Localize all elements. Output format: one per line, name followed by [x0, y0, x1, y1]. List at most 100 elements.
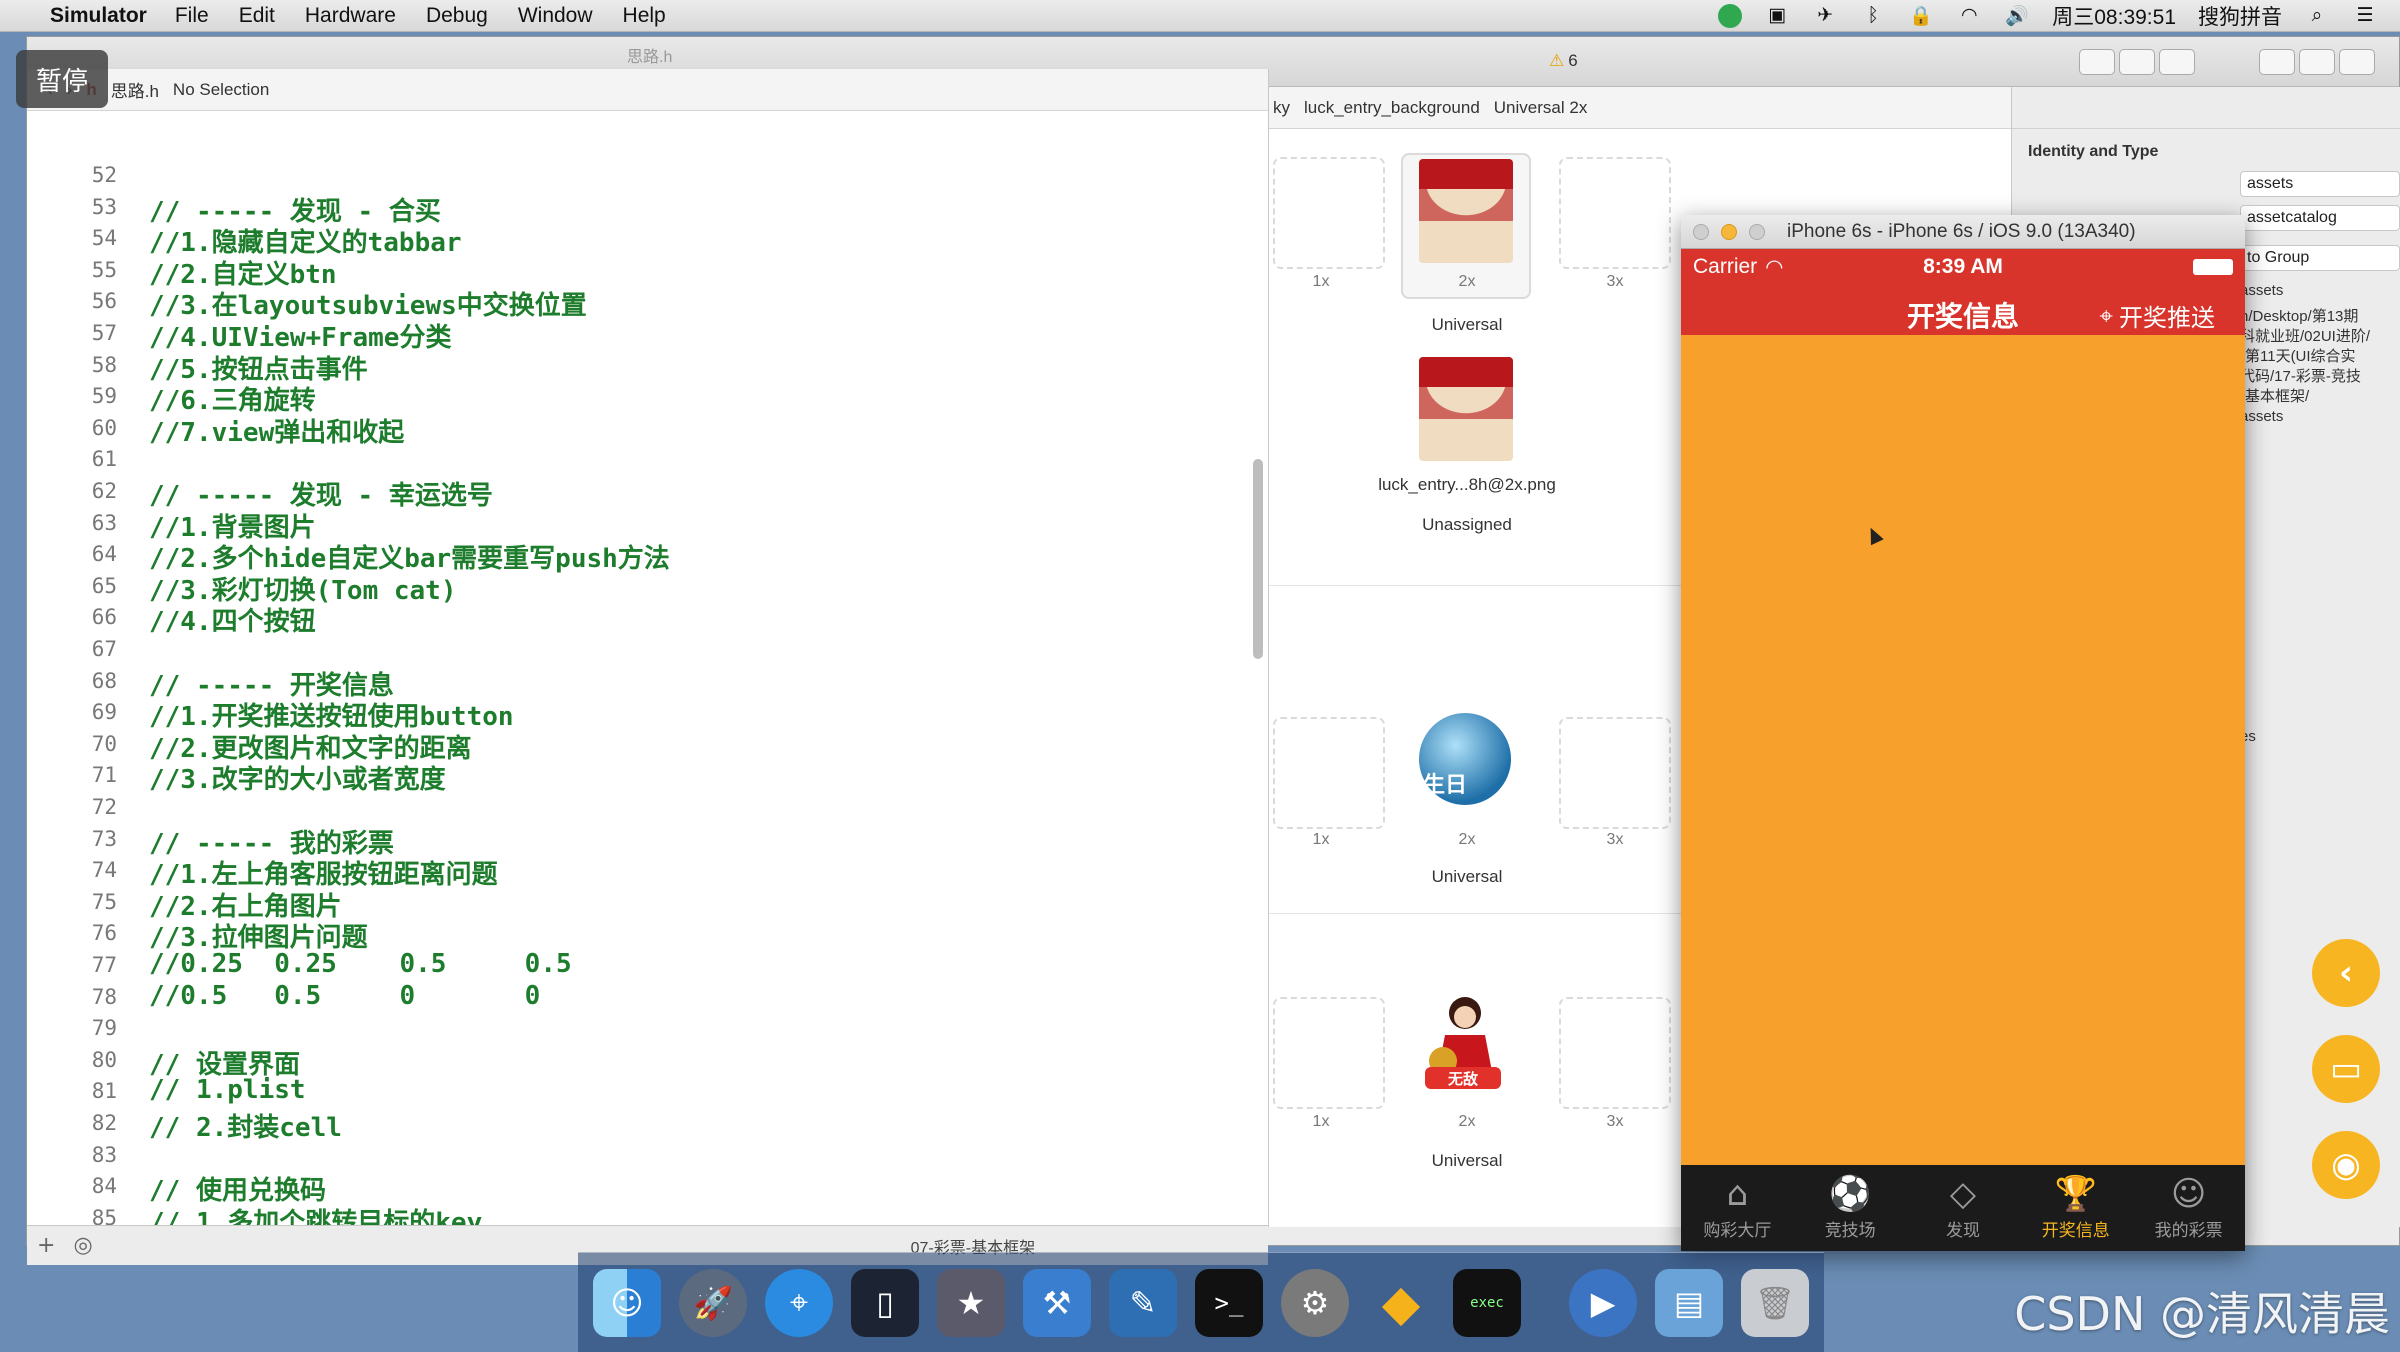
code-line[interactable]: //3.改字的大小或者宽度 — [149, 759, 446, 796]
image-slot-1x[interactable] — [1273, 997, 1385, 1109]
menu-debug[interactable]: Debug — [426, 4, 488, 28]
zoom-button[interactable] — [1749, 223, 1765, 240]
code-line[interactable]: //0.5 0.5 0 0 — [149, 981, 540, 1011]
birthday-ball-image[interactable]: 生日 — [1419, 713, 1511, 805]
airplane-icon[interactable]: ✈ — [1812, 5, 1838, 27]
imovie-icon[interactable]: ★ — [937, 1268, 1005, 1337]
scale-label-1x: 1x — [1312, 273, 1330, 290]
ball-text: 生日 — [1423, 773, 1468, 798]
add-icon[interactable]: + — [37, 1233, 55, 1258]
editor-assistant-button[interactable] — [2119, 49, 2155, 75]
lottery-info-content[interactable] — [1681, 335, 2245, 1167]
menu-file[interactable]: File — [175, 4, 209, 28]
warning-badge[interactable]: ⚠ 6 — [1549, 51, 1578, 71]
notification-list-icon[interactable]: ☰ — [2352, 5, 2378, 27]
preview-icon[interactable]: ▤ — [1655, 1268, 1723, 1337]
line-number: 57 — [91, 321, 117, 345]
tab-lottery-info[interactable]: 🏆 开奖信息 — [2019, 1165, 2132, 1251]
code-line[interactable]: //4.四个按钮 — [149, 601, 316, 638]
bluetooth-icon[interactable]: ᛒ — [1860, 5, 1886, 27]
identity-type-heading: Identity and Type — [2028, 143, 2159, 160]
xcode-icon[interactable]: ⚒ — [1023, 1268, 1091, 1337]
close-button[interactable] — [1693, 223, 1709, 240]
status-menu-icon[interactable] — [1718, 3, 1743, 28]
line-number: 58 — [91, 352, 117, 377]
lock-icon[interactable]: 🔒 — [1908, 5, 1934, 27]
tab-discover[interactable]: ◇ 发现 — [1907, 1165, 2020, 1251]
filter-icon[interactable]: ◎ — [73, 1233, 92, 1258]
input-method[interactable]: 搜狗拼音 — [2198, 1, 2282, 31]
image-slot-1x[interactable] — [1273, 157, 1385, 269]
tab-bar: ⌂ 购彩大厅 ⚽ 竞技场 ◇ 发现 🏆 开奖信息 ☺ 我的彩票 — [1681, 1165, 2245, 1251]
image-slot-1x[interactable] — [1273, 717, 1385, 829]
sketch-icon[interactable]: ◆ — [1367, 1269, 1435, 1337]
unassigned-image[interactable] — [1419, 357, 1513, 461]
instruments-icon[interactable]: ✎ — [1109, 1268, 1177, 1337]
menu-edit[interactable]: Edit — [239, 4, 275, 28]
scale-label-2x: 2x — [1458, 1113, 1476, 1130]
person-icon: ☺ — [2170, 1173, 2207, 1214]
minimize-button[interactable] — [1721, 223, 1737, 240]
system-preferences-icon[interactable]: ⚙ — [1281, 1268, 1349, 1337]
toggle-inspector-button[interactable] — [2339, 49, 2375, 75]
tab-hall[interactable]: ⌂ 购彩大厅 — [1681, 1165, 1794, 1251]
code-line[interactable]: //0.25 0.25 0.5 0.5 — [149, 949, 572, 979]
code-editor[interactable]: ‹ › h 思路.h No Selection 52 53 54 55 56 57 58 59… — [27, 69, 1269, 1265]
quicktime-icon[interactable]: ▶ — [1569, 1268, 1637, 1337]
simulator-window: iPhone 6s - iPhone 6s / iOS 9.0 (13A340)… — [1681, 215, 2245, 1251]
line-number: 75 — [91, 889, 117, 914]
tab-label: 发现 — [1945, 1220, 1980, 1241]
exec-icon[interactable]: exec — [1453, 1268, 1521, 1337]
line-number: 83 — [91, 1142, 117, 1167]
code-line[interactable]: // 2.封装cell — [149, 1107, 342, 1144]
volume-icon[interactable]: 🔊 — [2004, 5, 2030, 27]
spotlight-search-icon[interactable]: ⌕ — [2304, 5, 2330, 27]
push-notification-button[interactable]: ⌖ 开奖推送 — [2099, 298, 2215, 333]
xcode-window-title: 思路.h — [627, 49, 673, 66]
toggle-debug-area-button[interactable] — [2299, 49, 2335, 75]
terminal-icon[interactable]: >_ — [1195, 1268, 1263, 1337]
editor-version-button[interactable] — [2159, 49, 2195, 75]
camera-library-icon[interactable]: ◉ — [2312, 1131, 2380, 1199]
scale-label-1x: 1x — [1312, 831, 1330, 848]
wifi-icon[interactable]: ◠ — [1956, 5, 1982, 27]
menu-clock[interactable]: 周三08:39:51 — [2052, 1, 2176, 31]
video-camera-icon[interactable]: ▣ — [1764, 5, 1790, 27]
jumpbar-selection[interactable]: No Selection — [173, 80, 269, 100]
line-number: 72 — [91, 795, 117, 819]
image-slot-3x[interactable] — [1559, 717, 1671, 829]
code-line[interactable]: // 1.plist — [149, 1075, 306, 1105]
character-girl-image[interactable]: 无敌 — [1415, 991, 1511, 1101]
vertical-scrollbar[interactable] — [1253, 459, 1263, 659]
asset-jump-parent[interactable]: ky — [1273, 98, 1290, 118]
menu-help[interactable]: Help — [623, 4, 666, 28]
editor-standard-button[interactable] — [2079, 49, 2115, 75]
tab-my-lottery[interactable]: ☺ 我的彩票 — [2132, 1165, 2245, 1251]
location-select[interactable]: to Group — [2240, 245, 2400, 271]
trash-icon[interactable]: 🗑 — [1741, 1268, 1809, 1337]
line-number-gutter: 52 53 54 55 56 57 58 59 60 61 62 63 64 65 66 67 68 69 70 71… — [27, 111, 137, 1261]
launchpad-icon[interactable]: 🚀 — [679, 1268, 747, 1337]
safari-icon[interactable]: ⌖ — [765, 1268, 833, 1337]
code-line[interactable]: //7.view弹出和收起 — [149, 412, 404, 449]
menu-bar: Simulator File Edit Hardware Debug Windo… — [0, 0, 2400, 32]
finder-icon[interactable]: ☺ — [593, 1268, 661, 1337]
card-library-icon[interactable]: ▭ — [2312, 1035, 2380, 1103]
toggle-navigator-button[interactable] — [2259, 49, 2295, 75]
image-slot-3x[interactable] — [1559, 157, 1671, 269]
simulator-title: iPhone 6s - iPhone 6s / iOS 9.0 (13A340) — [1787, 220, 2136, 242]
mouse-icon[interactable]: ▯ — [851, 1268, 919, 1337]
back-chevron-library-icon[interactable]: ‹ — [2312, 939, 2380, 1007]
line-number: 66 — [91, 605, 117, 630]
type-select[interactable]: assetcatalog — [2240, 205, 2400, 231]
paused-badge[interactable]: 暂停 — [16, 50, 108, 108]
image-slot-3x[interactable] — [1559, 997, 1671, 1109]
jumpbar-file[interactable]: 思路.h — [111, 77, 159, 102]
menu-window[interactable]: Window — [518, 4, 593, 28]
asset-jump-slot[interactable]: Universal 2x — [1494, 98, 1588, 118]
name-field[interactable]: assets — [2240, 171, 2400, 197]
menu-hardware[interactable]: Hardware — [305, 4, 396, 28]
asset-jump-imageset[interactable]: luck_entry_background — [1304, 98, 1480, 118]
tab-arena[interactable]: ⚽ 竞技场 — [1794, 1165, 1907, 1251]
menu-app-name[interactable]: Simulator — [50, 4, 147, 28]
